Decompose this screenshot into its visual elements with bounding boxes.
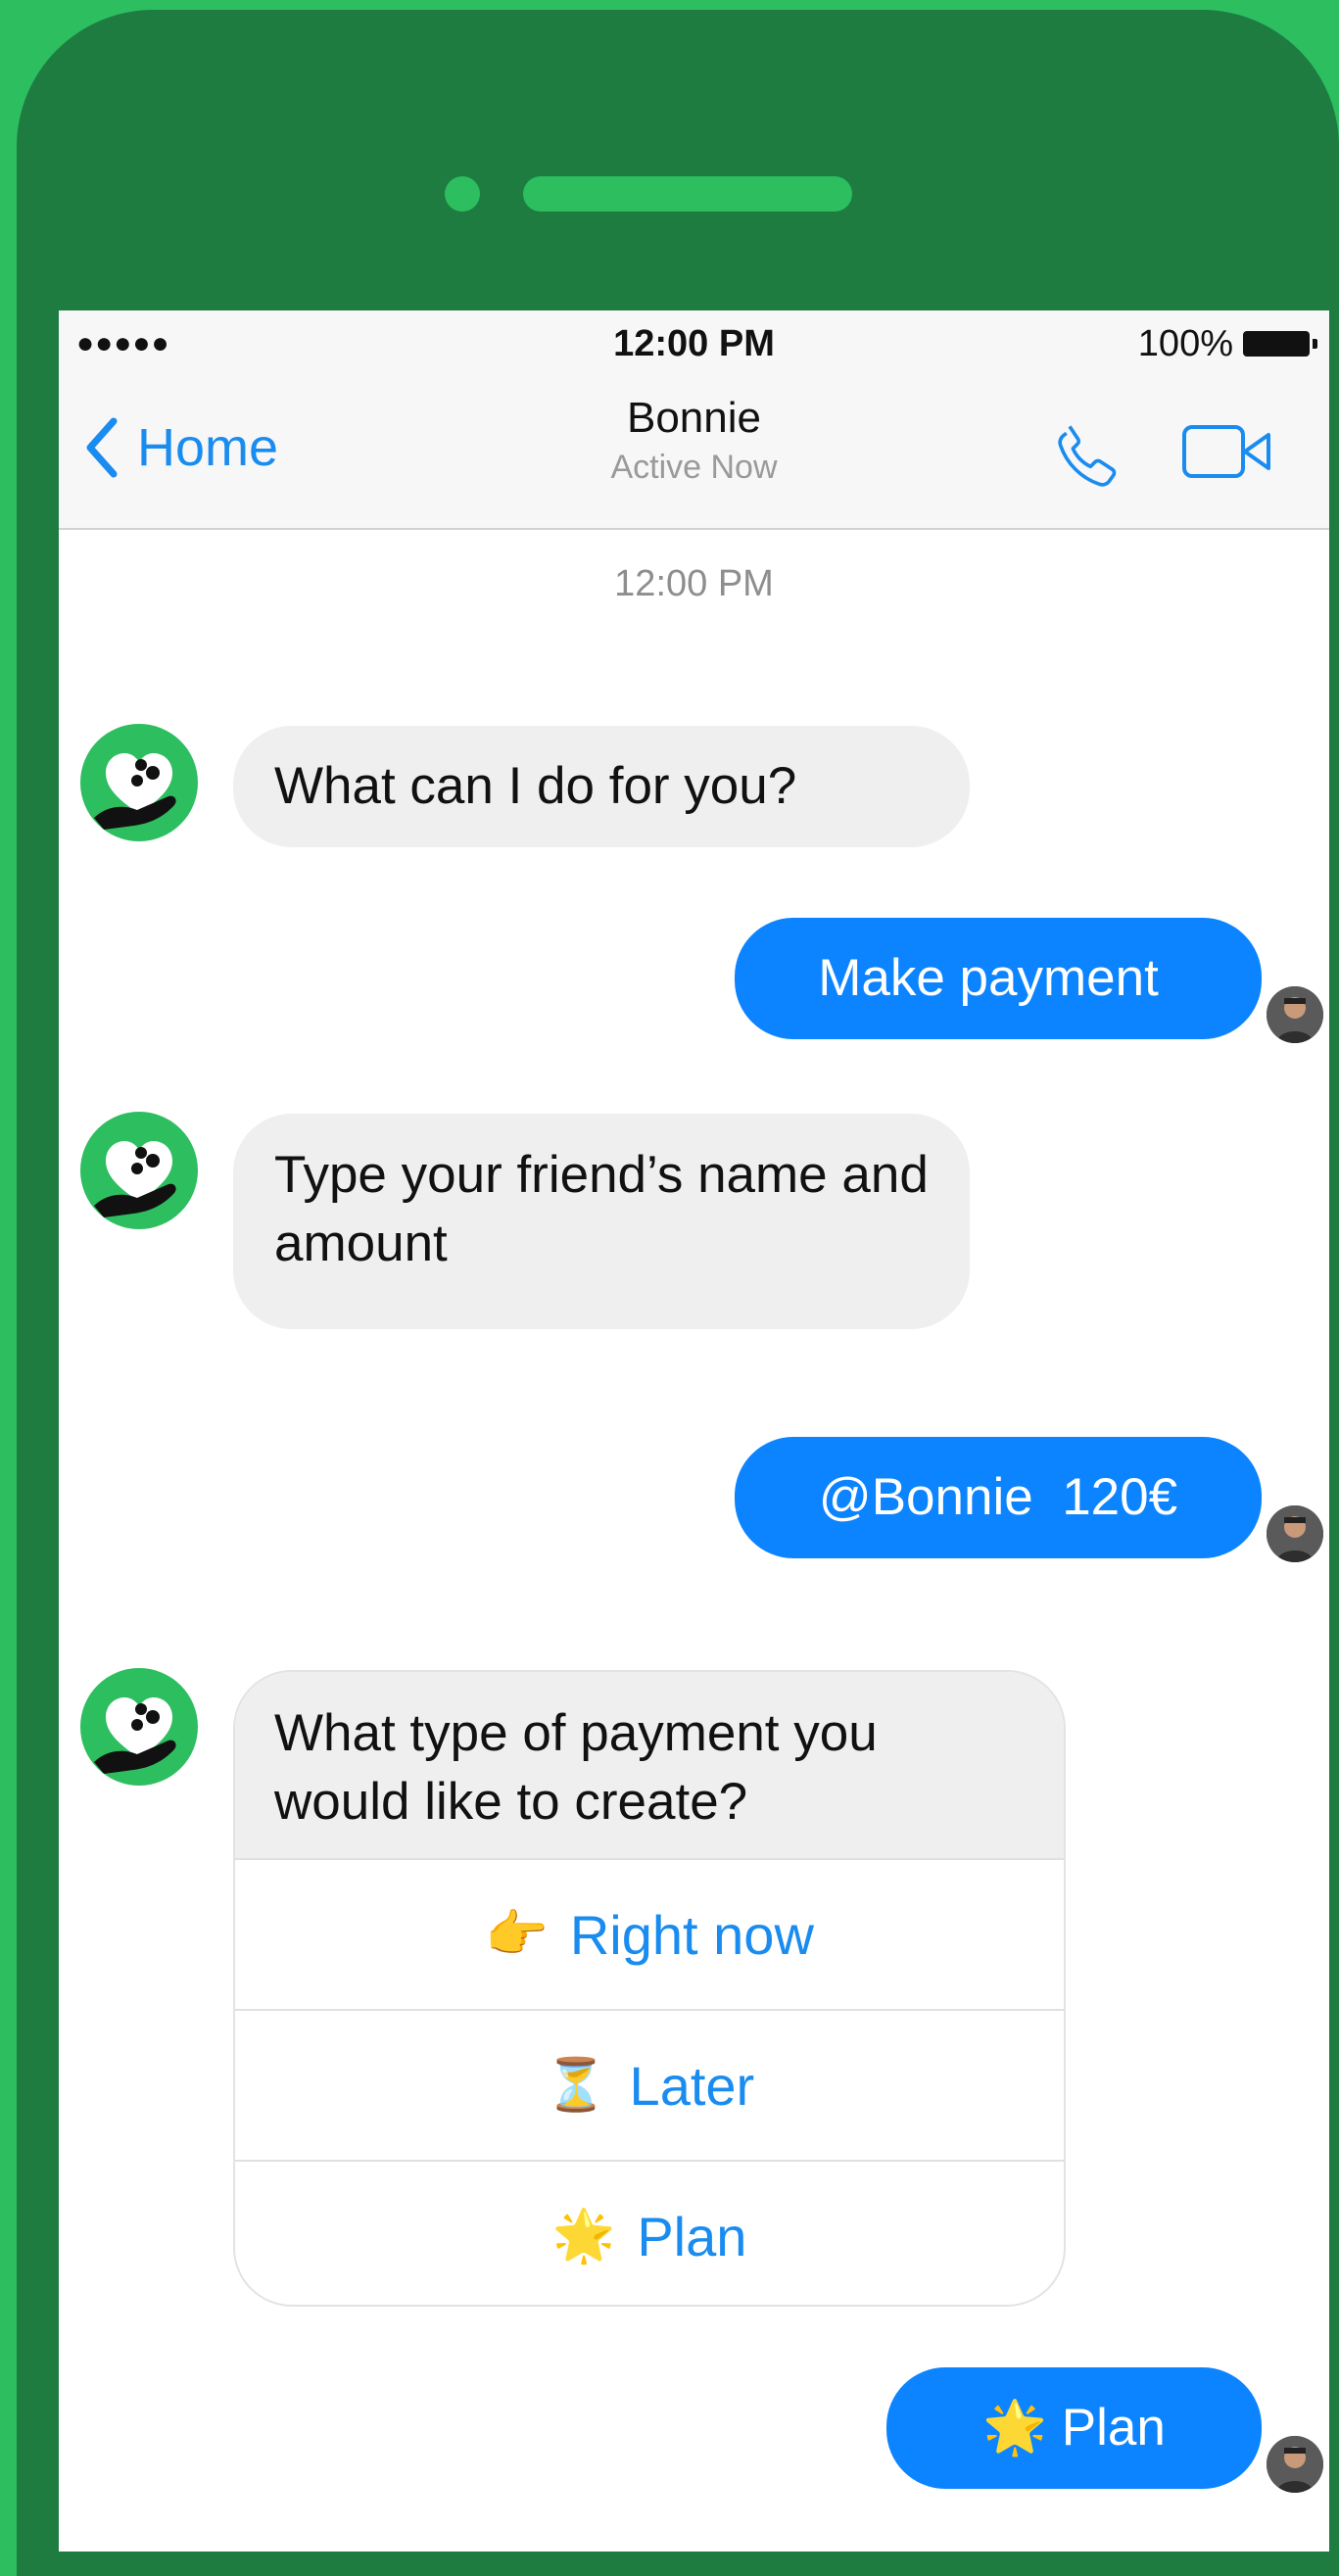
star-icon: 🌟 xyxy=(551,2208,616,2265)
outgoing-message-bubble[interactable]: 🌟 Plan xyxy=(886,2367,1262,2489)
pointing-hand-icon: 👉 xyxy=(485,1906,549,1963)
battery-indicator: 100% xyxy=(1137,323,1317,364)
hourglass-icon: ⏳ xyxy=(544,2057,608,2114)
message-text: @Bonnie 120€ xyxy=(818,1468,1178,1526)
phone-icon[interactable] xyxy=(1048,418,1126,497)
earpiece-speaker xyxy=(523,176,852,212)
bot-avatar[interactable] xyxy=(80,1668,198,1786)
user-avatar[interactable] xyxy=(1267,2436,1323,2493)
user-photo-icon xyxy=(1267,986,1323,1043)
quick-reply-label: Plan xyxy=(637,2205,747,2267)
video-camera-icon[interactable] xyxy=(1180,421,1274,482)
message-text: Type your friend’s name and amount xyxy=(274,1146,929,1272)
conversation-timestamp: 12:00 PM xyxy=(614,563,774,604)
message-text: Make payment xyxy=(818,949,1159,1007)
incoming-message-bubble[interactable]: What can I do for you? xyxy=(233,726,970,847)
user-photo-icon xyxy=(1267,2436,1323,2493)
message-text: What type of payment you would like to c… xyxy=(274,1704,878,1831)
card-question: What type of payment you would like to c… xyxy=(235,1672,1064,1858)
message-text: What can I do for you? xyxy=(274,757,797,815)
battery-percent: 100% xyxy=(1137,323,1233,364)
conversation-title[interactable]: Bonnie Active Now xyxy=(59,391,1329,489)
quick-reply-later[interactable]: ⏳ Later xyxy=(235,2009,1064,2160)
message-text: 🌟 Plan xyxy=(982,2399,1166,2457)
contact-status: Active Now xyxy=(610,449,778,486)
battery-icon xyxy=(1243,331,1317,357)
quick-reply-plan[interactable]: 🌟 Plan xyxy=(235,2160,1064,2305)
heart-hand-logo-icon xyxy=(94,1141,176,1217)
phone-screen: ●●●●● 12:00 PM 100% Home Bonnie Active N… xyxy=(59,310,1329,2552)
quick-reply-label: Later xyxy=(629,2054,755,2117)
contact-name: Bonnie xyxy=(626,394,761,442)
heart-hand-logo-icon xyxy=(94,1697,176,1774)
bot-avatar[interactable] xyxy=(80,724,198,841)
outgoing-message-bubble[interactable]: Make payment xyxy=(735,918,1262,1039)
quick-reply-card: What type of payment you would like to c… xyxy=(233,1670,1066,2307)
heart-hand-logo-icon xyxy=(94,753,176,830)
quick-reply-label: Right now xyxy=(569,1903,814,1966)
user-avatar[interactable] xyxy=(1267,1505,1323,1562)
bot-avatar[interactable] xyxy=(80,1112,198,1229)
outgoing-message-bubble[interactable]: @Bonnie 120€ xyxy=(735,1437,1262,1558)
user-avatar[interactable] xyxy=(1267,986,1323,1043)
user-photo-icon xyxy=(1267,1505,1323,1562)
front-camera xyxy=(445,176,480,212)
quick-reply-right-now[interactable]: 👉 Right now xyxy=(235,1858,1064,2009)
incoming-message-bubble[interactable]: Type your friend’s name and amount xyxy=(233,1114,970,1329)
navigation-bar: ●●●●● 12:00 PM 100% Home Bonnie Active N… xyxy=(59,310,1329,530)
